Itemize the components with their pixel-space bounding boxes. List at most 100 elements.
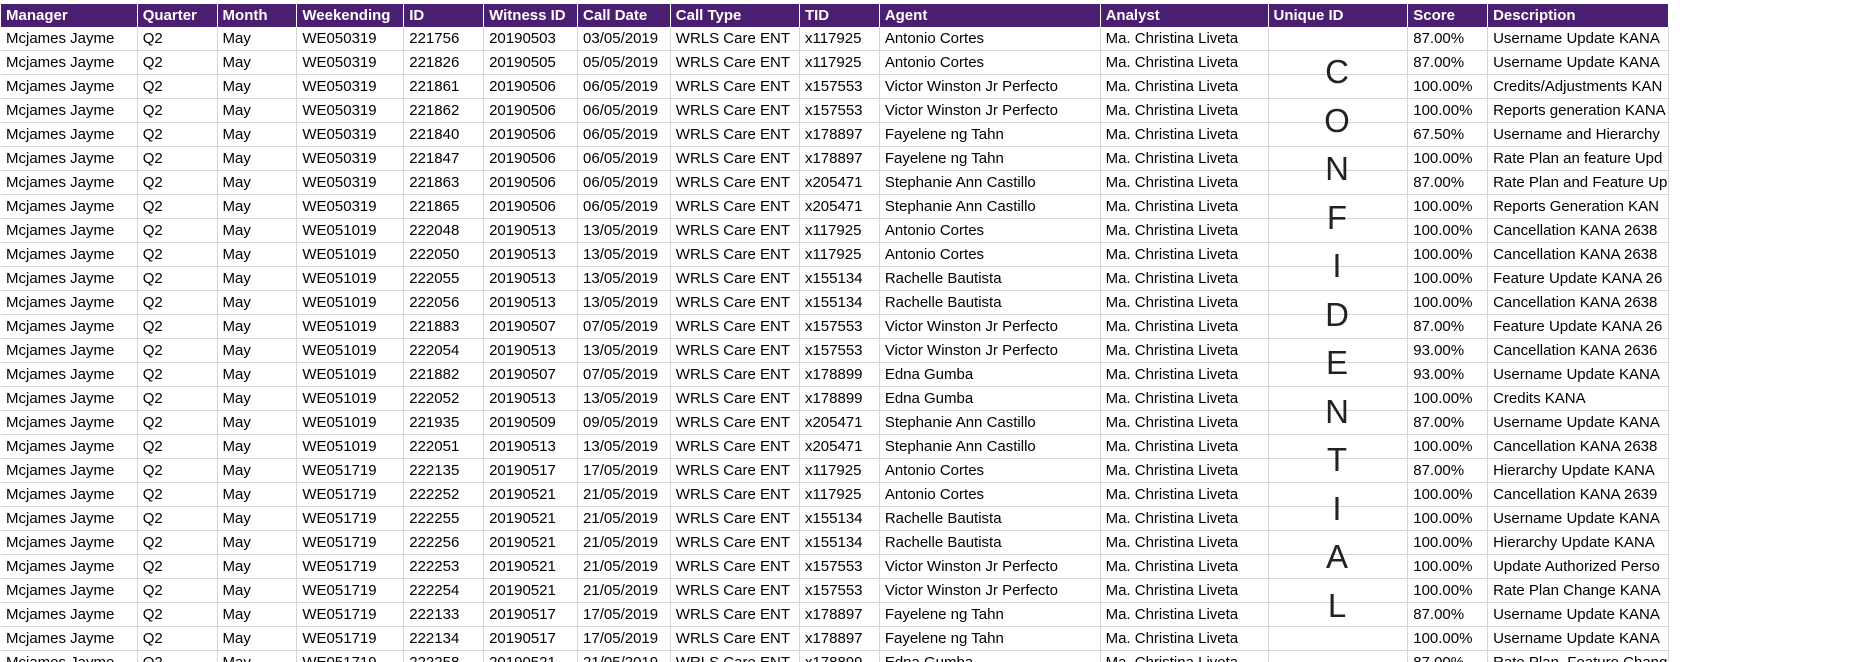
cell-analyst[interactable]: Ma. Christina Liveta [1100, 434, 1269, 459]
cell-quarter[interactable]: Q2 [137, 578, 218, 603]
cell-manager[interactable]: Mcjames Jayme [1, 410, 138, 435]
empty-sheet-area[interactable] [1669, 0, 1852, 662]
cell-month[interactable]: May [217, 74, 298, 99]
cell-tid[interactable]: x155134 [799, 266, 880, 291]
cell-id[interactable]: 221935 [403, 410, 485, 435]
cell-quarter[interactable]: Q2 [137, 146, 218, 171]
cell-tid[interactable]: x205471 [799, 170, 880, 195]
cell-analyst[interactable]: Ma. Christina Liveta [1100, 98, 1269, 123]
column-header-month[interactable]: Month [217, 4, 298, 27]
cell-quarter[interactable]: Q2 [137, 290, 218, 315]
cell-call-type[interactable]: WRLS Care ENT [670, 434, 800, 459]
cell-weekending[interactable]: WE051019 [296, 386, 405, 411]
cell-analyst[interactable]: Ma. Christina Liveta [1100, 554, 1269, 579]
cell-witness-id[interactable]: 20190521 [483, 554, 579, 579]
cell-witness-id[interactable]: 20190513 [483, 290, 579, 315]
cell-tid[interactable]: x178899 [799, 362, 880, 387]
cell-witness-id[interactable]: 20190513 [483, 338, 579, 363]
cell-agent[interactable]: Edna Gumba [879, 650, 1101, 662]
cell-unique-id[interactable] [1268, 530, 1409, 555]
cell-description[interactable]: Hierarchy Update KANA [1487, 530, 1669, 555]
cell-id[interactable]: 222056 [403, 290, 485, 315]
cell-description[interactable]: Rate Plan an feature Upd [1487, 146, 1669, 171]
column-header-quarter[interactable]: Quarter [137, 4, 218, 27]
column-header-call-type[interactable]: Call Type [670, 4, 800, 27]
cell-analyst[interactable]: Ma. Christina Liveta [1100, 314, 1269, 339]
cell-quarter[interactable]: Q2 [137, 386, 218, 411]
column-header-id[interactable]: ID [403, 4, 485, 27]
cell-tid[interactable]: x117925 [799, 27, 880, 51]
cell-id[interactable]: 222256 [403, 530, 485, 555]
cell-weekending[interactable]: WE051019 [296, 314, 405, 339]
cell-call-type[interactable]: WRLS Care ENT [670, 146, 800, 171]
cell-agent[interactable]: Rachelle Bautista [879, 506, 1101, 531]
cell-score[interactable]: 87.00% [1407, 410, 1489, 435]
cell-witness-id[interactable]: 20190506 [483, 98, 579, 123]
cell-manager[interactable]: Mcjames Jayme [1, 170, 138, 195]
cell-unique-id[interactable] [1268, 410, 1409, 435]
cell-score[interactable]: 87.00% [1407, 602, 1489, 627]
cell-call-type[interactable]: WRLS Care ENT [670, 290, 800, 315]
cell-agent[interactable]: Stephanie Ann Castillo [879, 194, 1101, 219]
cell-witness-id[interactable]: 20190513 [483, 386, 579, 411]
cell-agent[interactable]: Victor Winston Jr Perfecto [879, 578, 1101, 603]
cell-call-type[interactable]: WRLS Care ENT [670, 242, 800, 267]
cell-call-type[interactable]: WRLS Care ENT [670, 554, 800, 579]
cell-quarter[interactable]: Q2 [137, 314, 218, 339]
cell-weekending[interactable]: WE050319 [296, 146, 405, 171]
cell-month[interactable]: May [217, 50, 298, 75]
column-header-weekending[interactable]: Weekending [296, 4, 405, 27]
cell-weekending[interactable]: WE051019 [296, 218, 405, 243]
cell-unique-id[interactable] [1268, 650, 1409, 662]
cell-month[interactable]: May [217, 386, 298, 411]
cell-witness-id[interactable]: 20190517 [483, 602, 579, 627]
cell-score[interactable]: 100.00% [1407, 554, 1489, 579]
cell-description[interactable]: Rate Plan, Feature Change and BAN Move K… [1487, 650, 1669, 662]
cell-agent[interactable]: Fayelene ng Tahn [879, 146, 1101, 171]
cell-witness-id[interactable]: 20190521 [483, 650, 579, 662]
cell-description[interactable]: Username Update KANA [1487, 506, 1669, 531]
cell-weekending[interactable]: WE050319 [296, 74, 405, 99]
cell-score[interactable]: 100.00% [1407, 578, 1489, 603]
cell-call-type[interactable]: WRLS Care ENT [670, 266, 800, 291]
cell-id[interactable]: 221862 [403, 98, 485, 123]
cell-agent[interactable]: Stephanie Ann Castillo [879, 434, 1101, 459]
cell-month[interactable]: May [217, 434, 298, 459]
cell-tid[interactable]: x178897 [799, 122, 880, 147]
cell-witness-id[interactable]: 20190517 [483, 458, 579, 483]
cell-tid[interactable]: x117925 [799, 458, 880, 483]
cell-score[interactable]: 100.00% [1407, 626, 1489, 651]
cell-description[interactable]: Cancellation KANA 2636 [1487, 338, 1669, 363]
cell-id[interactable]: 222253 [403, 554, 485, 579]
cell-call-type[interactable]: WRLS Care ENT [670, 338, 800, 363]
cell-description[interactable]: Update Authorized Perso [1487, 554, 1669, 579]
cell-agent[interactable]: Rachelle Bautista [879, 530, 1101, 555]
cell-agent[interactable]: Antonio Cortes [879, 458, 1101, 483]
cell-analyst[interactable]: Ma. Christina Liveta [1100, 626, 1269, 651]
cell-description[interactable]: Username Update KANA [1487, 602, 1669, 627]
cell-id[interactable]: 222133 [403, 602, 485, 627]
cell-call-date[interactable]: 13/05/2019 [577, 218, 671, 243]
cell-id[interactable]: 221840 [403, 122, 485, 147]
cell-description[interactable]: Reports generation KANA [1487, 98, 1669, 123]
cell-analyst[interactable]: Ma. Christina Liveta [1100, 602, 1269, 627]
cell-call-date[interactable]: 13/05/2019 [577, 242, 671, 267]
cell-score[interactable]: 87.00% [1407, 170, 1489, 195]
cell-id[interactable]: 222051 [403, 434, 485, 459]
column-header-tid[interactable]: TID [799, 4, 880, 27]
cell-call-type[interactable]: WRLS Care ENT [670, 362, 800, 387]
cell-weekending[interactable]: WE050319 [296, 27, 405, 51]
cell-quarter[interactable]: Q2 [137, 338, 218, 363]
cell-weekending[interactable]: WE050319 [296, 194, 405, 219]
cell-id[interactable]: 222050 [403, 242, 485, 267]
cell-call-date[interactable]: 17/05/2019 [577, 626, 671, 651]
cell-id[interactable]: 222135 [403, 458, 485, 483]
cell-manager[interactable]: Mcjames Jayme [1, 338, 138, 363]
cell-manager[interactable]: Mcjames Jayme [1, 290, 138, 315]
cell-manager[interactable]: Mcjames Jayme [1, 482, 138, 507]
cell-score[interactable]: 100.00% [1407, 194, 1489, 219]
cell-quarter[interactable]: Q2 [137, 50, 218, 75]
cell-unique-id[interactable] [1268, 338, 1409, 363]
cell-id[interactable]: 222052 [403, 386, 485, 411]
cell-tid[interactable]: x157553 [799, 554, 880, 579]
